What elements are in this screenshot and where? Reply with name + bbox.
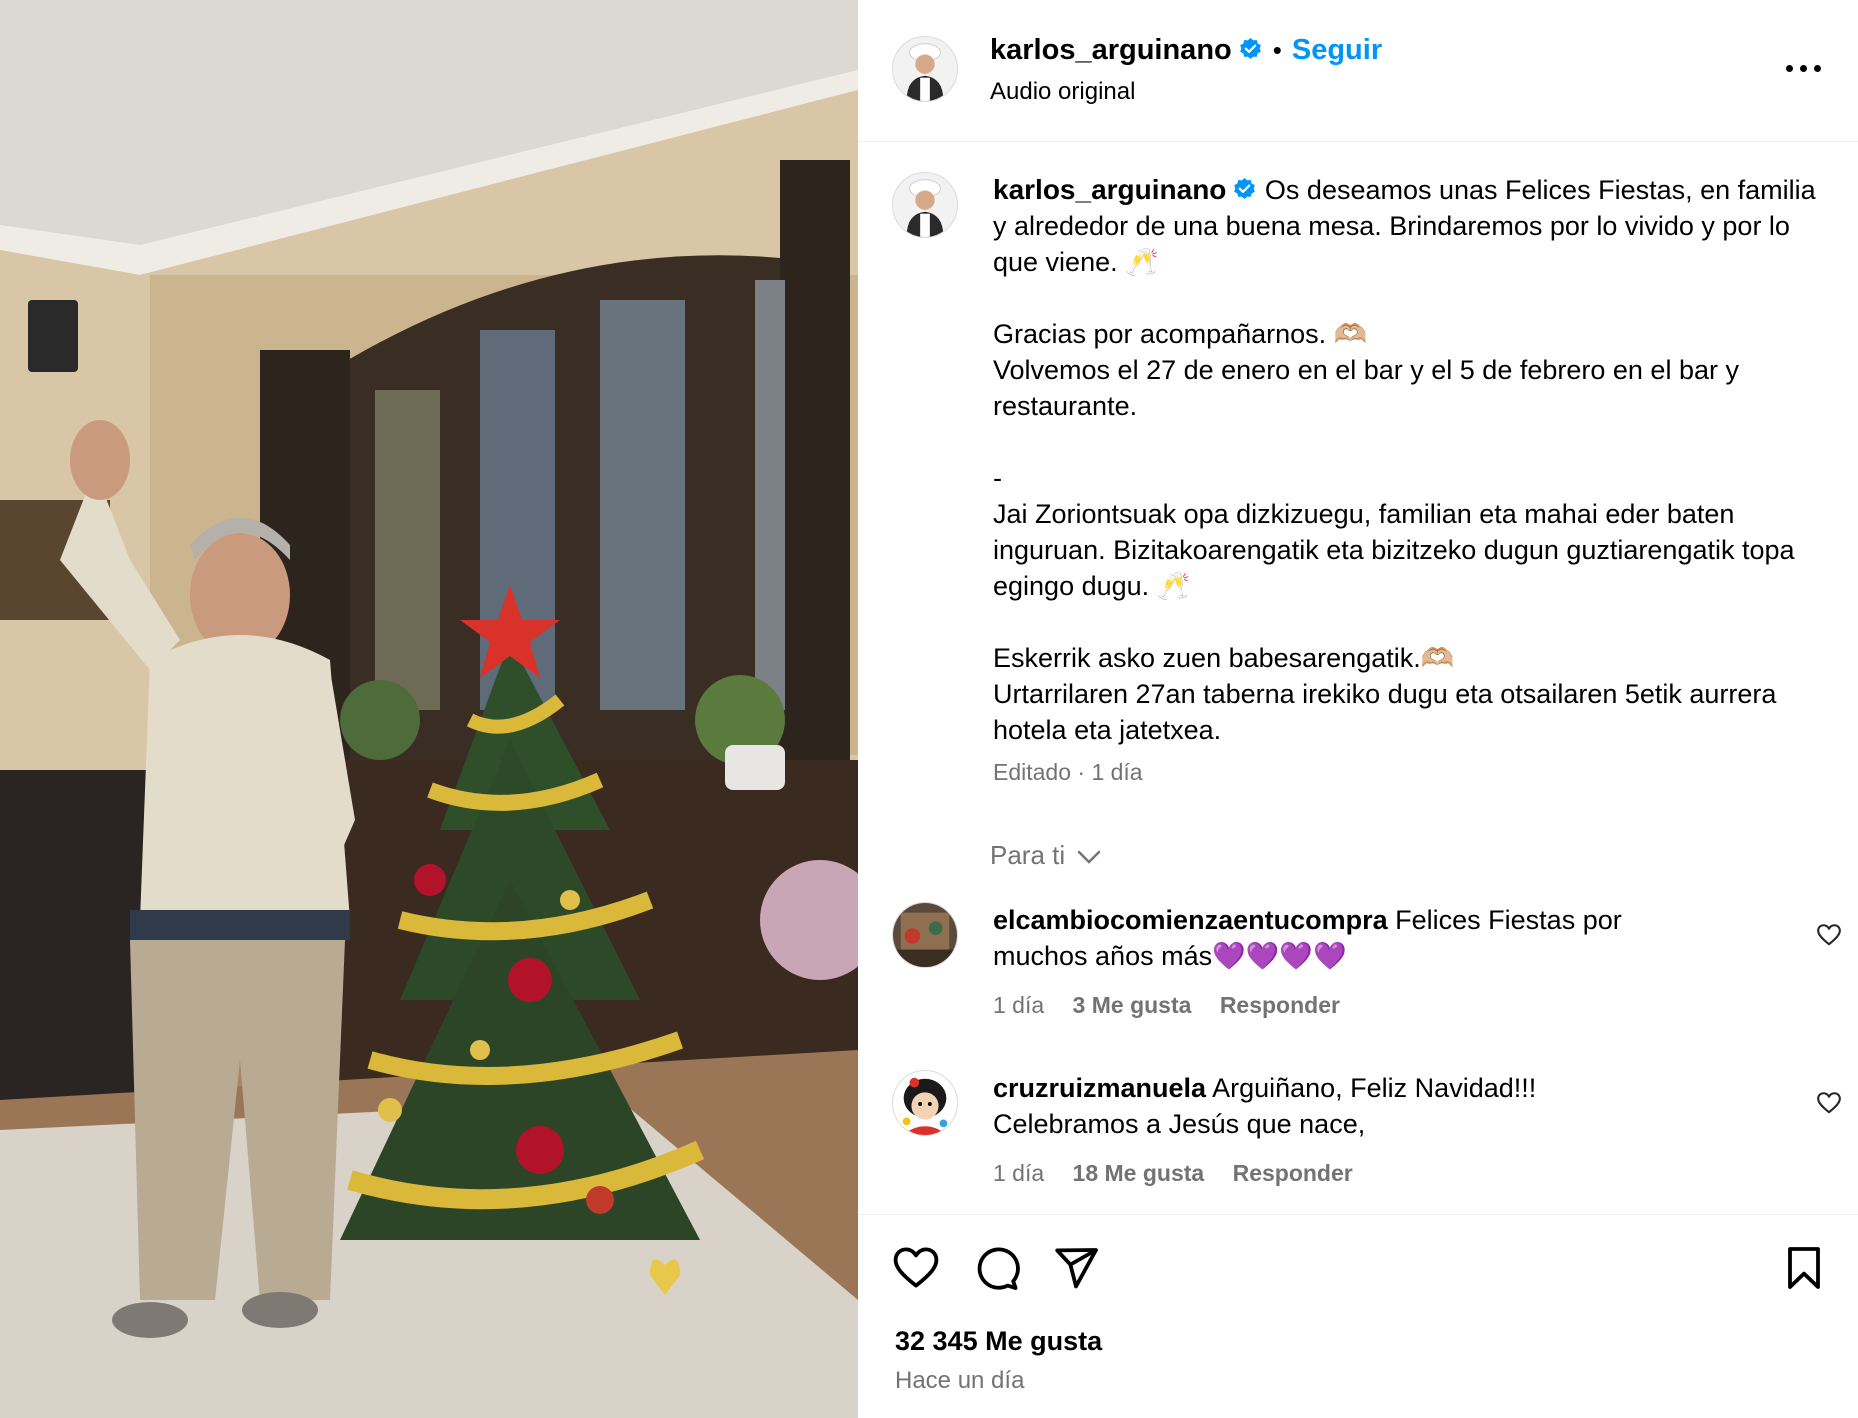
likes-count[interactable]: 32 345 Me gusta	[895, 1326, 1102, 1357]
comment-actions: 1 día 18 Me gusta Responder	[993, 1160, 1375, 1187]
comments-filter-label: Para ti	[990, 840, 1066, 870]
caption-author-username[interactable]: karlos_arguinano	[993, 174, 1226, 205]
commenter-avatar[interactable]	[892, 902, 958, 968]
caption-text-line: -	[993, 463, 1002, 493]
caption-meta: Editado · 1 día	[993, 759, 1143, 785]
caption-text-line: Volvemos el 27 de enero en el bar y el 5…	[993, 355, 1739, 421]
audio-label[interactable]: Audio original	[990, 78, 1135, 106]
caption-text-line: Urtarrilaren 27an taberna irekiko dugu e…	[993, 679, 1777, 745]
comment-body: cruzruizmanuela Arguiñano, Feliz Navidad…	[993, 1070, 1633, 1142]
verified-badge-icon	[1234, 178, 1256, 199]
comment-like-heart-icon[interactable]	[1816, 1090, 1842, 1116]
comment-body: elcambiocomienzaentucompra Felices Fiest…	[993, 902, 1633, 974]
comment-time: 1 día	[993, 1160, 1045, 1186]
comment-like-heart-icon[interactable]	[1816, 922, 1842, 948]
caption-author-avatar[interactable]	[892, 172, 958, 238]
share-icon[interactable]	[1052, 1244, 1100, 1292]
photo-avatar-icon	[893, 903, 957, 967]
header-separator: •	[1272, 35, 1282, 65]
video-frame-illustration	[0, 0, 858, 1418]
actions-divider	[858, 1214, 1858, 1215]
header-title-row: karlos_arguinano • Seguir	[990, 34, 1382, 67]
comment-actions: 1 día 3 Me gusta Responder	[993, 992, 1362, 1019]
reply-button[interactable]: Responder	[1220, 992, 1340, 1018]
comment-icon[interactable]	[972, 1244, 1020, 1292]
post-details-panel: karlos_arguinano • Seguir Audio original k…	[858, 0, 1858, 1418]
post-caption: karlos_arguinano Os deseamos unas Felice…	[993, 172, 1823, 790]
comment-likes-count[interactable]: 18 Me gusta	[1073, 1160, 1205, 1186]
comments-filter-dropdown[interactable]: Para ti	[990, 840, 1102, 871]
comment-author[interactable]: cruzruizmanuela	[993, 1073, 1206, 1103]
caption-text-line: Eskerrik asko zuen babesarengatik.🫶🏼	[993, 643, 1455, 673]
author-username[interactable]: karlos_arguinano	[990, 34, 1232, 66]
bookmark-icon[interactable]	[1780, 1244, 1828, 1292]
post-header: karlos_arguinano • Seguir Audio original	[858, 0, 1858, 142]
post-timestamp[interactable]: Hace un día	[895, 1367, 1024, 1395]
comment-time: 1 día	[993, 992, 1045, 1018]
chef-avatar-icon	[893, 173, 957, 237]
post-media-video[interactable]	[0, 0, 858, 1418]
comment-likes-count[interactable]: 3 Me gusta	[1073, 992, 1192, 1018]
chef-avatar-icon	[893, 37, 957, 101]
reply-button[interactable]: Responder	[1233, 1160, 1353, 1186]
chevron-down-icon	[1078, 850, 1101, 864]
comment-author[interactable]: elcambiocomienzaentucompra	[993, 905, 1388, 935]
caption-text-line: Gracias por acompañarnos. 🫶🏼	[993, 319, 1368, 349]
verified-badge-icon	[1239, 38, 1261, 59]
author-avatar[interactable]	[892, 36, 958, 102]
cartoon-avatar-icon	[893, 1071, 957, 1135]
follow-button[interactable]: Seguir	[1292, 34, 1382, 66]
heart-icon[interactable]	[892, 1244, 940, 1292]
caption-paragraph: karlos_arguinano Os deseamos unas Felice…	[993, 172, 1823, 280]
commenter-avatar[interactable]	[892, 1070, 958, 1136]
caption-text-line: Jai Zoriontsuak opa dizkizuegu, familian…	[993, 499, 1795, 601]
more-options-icon[interactable]	[1784, 56, 1824, 80]
